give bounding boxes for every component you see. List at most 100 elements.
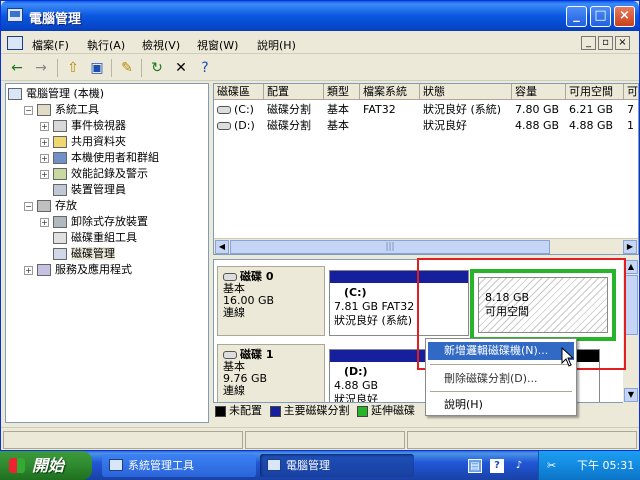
mdi-restore-button[interactable]: ▫ xyxy=(598,36,613,50)
minimize-button[interactable]: _ xyxy=(566,6,587,27)
task-computer-management[interactable]: 電腦管理 xyxy=(260,454,414,477)
tree-item[interactable]: + 服務及應用程式 xyxy=(24,262,132,278)
table-cell[interactable]: 狀況良好 (系統) xyxy=(420,102,512,118)
tree-item-label: 事件檢視器 xyxy=(71,119,126,132)
taskbar: 開始 系統管理工具 電腦管理 ▤ ? ♪ ✂ 下午 05:31 xyxy=(0,451,640,480)
tree-item[interactable]: + 事件檢視器 xyxy=(40,118,126,134)
properties-icon[interactable]: ✎ xyxy=(117,58,137,78)
expand-icon[interactable]: + xyxy=(40,153,49,163)
help-tray-icon[interactable]: ? xyxy=(490,459,504,473)
expand-icon[interactable]: + xyxy=(24,265,33,275)
menu-help[interactable]: 說明(H) xyxy=(257,37,296,53)
free-space-area[interactable]: 8.18 GB 可用空間 xyxy=(478,277,608,333)
tree-item[interactable]: 磁碟管理 xyxy=(40,246,115,262)
close-button[interactable]: × xyxy=(614,6,635,27)
vertical-scroll-thumb[interactable] xyxy=(624,275,638,335)
scroll-up-button[interactable]: ▲ xyxy=(624,260,638,274)
horizontal-scrollbar[interactable]: ◀ ||| ▶ xyxy=(214,238,638,254)
tree-item-label: 磁碟管理 xyxy=(71,247,115,260)
disk-1-label[interactable]: 磁碟 1 基本 9.76 GB 連線 xyxy=(217,344,325,402)
expand-icon[interactable]: + xyxy=(40,217,49,227)
delete-icon[interactable]: ✕ xyxy=(171,58,191,78)
menu-action[interactable]: 執行(A) xyxy=(87,37,125,53)
tree-item[interactable]: + 本機使用者和群組 xyxy=(40,150,159,166)
column-header-filesystem[interactable]: 檔案系統 xyxy=(360,84,420,100)
scroll-thumb[interactable]: ||| xyxy=(230,240,550,254)
tray-tools-icon[interactable]: ✂ xyxy=(547,451,556,480)
tree-item[interactable]: − 存放 xyxy=(24,198,77,214)
tree-item[interactable]: 磁碟重組工具 xyxy=(40,230,137,246)
mdi-minimize-button[interactable]: _ xyxy=(581,36,596,50)
tree-item[interactable]: + 共用資料夾 xyxy=(40,134,126,150)
table-cell[interactable]: FAT32 xyxy=(360,102,420,118)
column-header-type[interactable]: 類型 xyxy=(324,84,360,100)
column-header-layout[interactable]: 配置 xyxy=(264,84,324,100)
up-folder-icon[interactable]: ⇧ xyxy=(63,58,83,78)
menu-file[interactable]: 檔案(F) xyxy=(32,37,69,53)
tree-item-label: 卸除式存放裝置 xyxy=(71,215,148,228)
start-button[interactable]: 開始 xyxy=(0,451,92,480)
extended-partition[interactable]: 8.18 GB 可用空間 xyxy=(470,269,616,341)
app-menu-icon[interactable] xyxy=(7,36,23,50)
expand-icon[interactable]: + xyxy=(40,137,49,147)
menu-new-logical-drive[interactable]: 新增邏輯磁碟機(N)... xyxy=(428,342,574,360)
column-header-free-space[interactable]: 可用空間 xyxy=(566,84,624,100)
expand-icon[interactable]: + xyxy=(40,121,49,131)
refresh-icon[interactable]: ↻ xyxy=(147,58,167,78)
table-cell[interactable]: 磁碟分割 xyxy=(264,118,324,134)
tree-node-icon xyxy=(53,184,67,196)
help-icon[interactable]: ? xyxy=(195,58,215,78)
column-header-capacity[interactable]: 容量 xyxy=(512,84,566,100)
column-header-volume[interactable]: 磁碟區 xyxy=(214,84,264,100)
table-cell[interactable]: 6.21 GB xyxy=(566,102,624,118)
table-cell[interactable]: (D:) xyxy=(214,118,264,134)
menu-delete-partition[interactable]: 刪除磁碟分割(D)... xyxy=(428,370,574,388)
menu-context-help[interactable]: 說明(H) xyxy=(428,396,574,414)
menu-view[interactable]: 檢視(V) xyxy=(142,37,180,53)
tree-item[interactable]: 電腦管理 (本機) xyxy=(8,86,104,102)
back-icon[interactable]: ← xyxy=(7,58,27,78)
table-cell[interactable]: 磁碟分割 xyxy=(264,102,324,118)
partition-c[interactable]: (C:) 7.81 GB FAT32 狀況良好 (系統) xyxy=(329,270,469,336)
expand-icon[interactable]: + xyxy=(40,169,49,179)
table-cell[interactable]: (C:) xyxy=(214,102,264,118)
tree-item[interactable]: − 系統工具 xyxy=(24,102,99,118)
mdi-close-button[interactable]: × xyxy=(615,36,630,50)
toolbar-separator xyxy=(57,59,58,77)
show-hide-tree-icon[interactable]: ▣ xyxy=(87,58,107,78)
scroll-down-button[interactable]: ▼ xyxy=(624,388,638,402)
column-header-status[interactable]: 狀態 xyxy=(420,84,512,100)
title-bar[interactable]: 電腦管理 _ □ × xyxy=(1,1,639,31)
clock[interactable]: 下午 05:31 xyxy=(577,451,634,480)
vertical-scrollbar[interactable]: ▲ ▼ xyxy=(623,259,639,403)
network-icon[interactable]: ▤ xyxy=(468,459,482,473)
maximize-button[interactable]: □ xyxy=(590,6,611,27)
forward-icon[interactable]: → xyxy=(31,58,51,78)
tree-node-icon xyxy=(37,104,51,116)
table-cell[interactable]: 4.88 GB xyxy=(512,118,566,134)
table-cell[interactable]: 基本 xyxy=(324,102,360,118)
table-cell[interactable]: 狀況良好 xyxy=(420,118,512,134)
table-cell[interactable]: 4.88 GB xyxy=(566,118,624,134)
tree-item[interactable]: + 效能記錄及警示 xyxy=(40,166,148,182)
menu-window[interactable]: 視窗(W) xyxy=(197,37,238,53)
table-cell[interactable] xyxy=(360,118,420,134)
table-cell[interactable]: 基本 xyxy=(324,118,360,134)
disk-0-label[interactable]: 磁碟 0 基本 16.00 GB 連線 xyxy=(217,266,325,336)
volume-list: 磁碟區 配置 類型 檔案系統 狀態 容量 可用空間 可 (C:) 磁碟分割 基本 FA… xyxy=(213,83,639,255)
console-tree: 電腦管理 (本機) − 系統工具 + 事件檢視器 + 共用資料夾 + 本機使用者和群組 + 效能記錄… xyxy=(5,83,209,423)
volume-icon[interactable]: ♪ xyxy=(512,459,526,473)
tree-item[interactable]: 裝置管理員 xyxy=(40,182,126,198)
table-cell[interactable]: 7.80 GB xyxy=(512,102,566,118)
table-cell[interactable]: 1 xyxy=(624,118,638,134)
tree-item[interactable]: + 卸除式存放裝置 xyxy=(40,214,148,230)
table-cell[interactable]: 7 xyxy=(624,102,638,118)
scroll-left-button[interactable]: ◀ xyxy=(215,240,229,254)
collapse-icon[interactable]: − xyxy=(24,201,33,211)
task-admin-tools[interactable]: 系統管理工具 xyxy=(102,454,256,477)
toolbar-separator xyxy=(141,59,142,77)
scroll-right-button[interactable]: ▶ xyxy=(623,240,637,254)
column-header-percent-free[interactable]: 可 xyxy=(624,84,638,100)
collapse-icon[interactable]: − xyxy=(24,105,33,115)
windows-flag-icon xyxy=(9,458,25,473)
